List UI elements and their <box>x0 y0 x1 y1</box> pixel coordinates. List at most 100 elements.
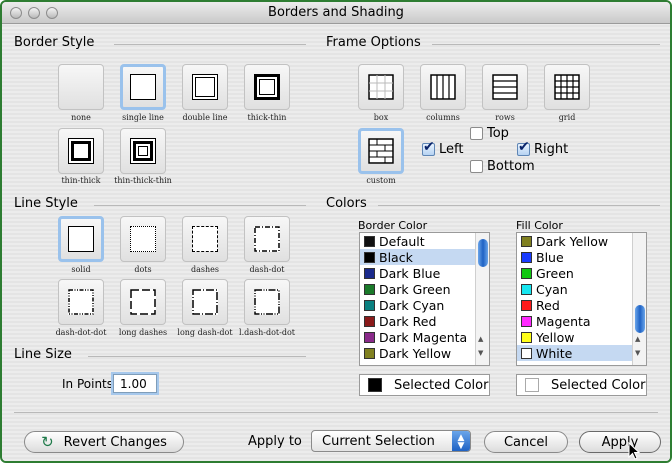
line-style-dash-dot[interactable] <box>244 216 290 262</box>
minimize-window-button[interactable] <box>28 7 40 19</box>
border-selected-color-well[interactable]: Selected Color <box>359 374 490 396</box>
frame-option-grid[interactable] <box>544 64 590 110</box>
borders-and-shading-window: Borders and Shading Border Style none si… <box>0 0 672 463</box>
line-style-l-dash-dot-dot[interactable] <box>244 279 290 325</box>
line-style-caption: l.dash-dot-dot <box>239 328 295 337</box>
revert-changes-button[interactable]: ↻ Revert Changes <box>24 431 184 453</box>
frame-option-columns[interactable] <box>420 64 466 110</box>
line-size-input[interactable] <box>113 374 157 393</box>
border-color-item-label: Dark Cyan <box>379 297 445 313</box>
color-swatch <box>521 331 532 343</box>
line-size-heading: Line Size <box>14 347 72 362</box>
top-checkbox-box[interactable] <box>470 127 483 140</box>
footer-separator <box>14 412 658 413</box>
fill-color-item-label: Magenta <box>536 313 591 329</box>
border-color-item[interactable]: Dark Green <box>360 281 489 297</box>
fill-color-item[interactable]: Blue <box>517 249 646 265</box>
bottom-checkbox-label: Bottom <box>487 159 535 174</box>
dialog-content: Border Style none single line double lin… <box>2 24 670 461</box>
fill-color-list[interactable]: Dark Yellow Blue Green Cyan Red Magenta Yellow… <box>516 232 647 366</box>
border-style-none[interactable] <box>58 64 104 110</box>
fill-color-item[interactable]: Dark Yellow <box>517 233 646 249</box>
border-color-item[interactable]: Dark Yellow <box>360 345 489 361</box>
popup-arrows-icon: ▲ ▼ <box>452 431 470 451</box>
fill-selected-color-well[interactable]: Selected Color <box>516 374 647 396</box>
right-checkbox-box[interactable] <box>517 139 530 156</box>
line-style-dots[interactable] <box>120 216 166 262</box>
color-swatch <box>521 347 532 359</box>
line-style-solid[interactable] <box>58 216 104 262</box>
fill-color-scroll-thumb[interactable] <box>635 305 645 333</box>
color-swatch <box>521 299 532 311</box>
left-checkbox-box[interactable] <box>422 139 435 156</box>
frame-option-rows[interactable] <box>482 64 528 110</box>
scroll-down-arrow-icon[interactable]: ▼ <box>478 349 483 357</box>
line-style-dash-dot-dot[interactable] <box>58 279 104 325</box>
color-swatch <box>521 267 532 279</box>
line-style-long-dash-dot[interactable] <box>182 279 228 325</box>
border-color-item[interactable]: Dark Red <box>360 313 489 329</box>
fill-color-item[interactable]: Cyan <box>517 281 646 297</box>
fill-color-item-label: Green <box>536 265 574 281</box>
border-color-item[interactable]: Dark Magenta <box>360 329 489 345</box>
border-color-list[interactable]: Default Black Dark Blue Dark Green Dark Cyan… <box>359 232 490 366</box>
in-points-label: In Points <box>62 377 114 391</box>
bottom-checkbox[interactable]: Bottom <box>470 159 535 174</box>
border-style-thin-thick-thin[interactable] <box>120 128 166 174</box>
frame-option-box[interactable] <box>358 64 404 110</box>
frame-option-custom[interactable] <box>358 128 404 174</box>
colors-section: Colors <box>326 196 660 211</box>
long-dashes-icon <box>130 289 156 315</box>
window-title: Borders and Shading <box>268 5 404 20</box>
border-color-label: Border Color <box>358 219 428 232</box>
frame-option-caption: custom <box>366 176 396 185</box>
frame-option-caption: columns <box>426 113 460 122</box>
color-swatch <box>364 267 375 279</box>
fill-color-scrollbar[interactable]: ▲ ▼ <box>632 233 646 365</box>
line-size-section: Line Size <box>14 347 306 362</box>
fill-color-item[interactable]: Red <box>517 297 646 313</box>
border-style-single-line[interactable] <box>120 64 166 110</box>
border-style-double-line[interactable] <box>182 64 228 110</box>
border-style-heading: Border Style <box>14 35 95 50</box>
fill-color-item[interactable]: Green <box>517 265 646 281</box>
revert-arrow-icon: ↻ <box>41 433 54 451</box>
cancel-label: Cancel <box>503 434 549 450</box>
color-swatch <box>521 251 532 263</box>
border-style-caption: thick-thin <box>247 113 287 122</box>
fill-color-item-label: White <box>536 345 573 361</box>
close-window-button[interactable] <box>10 7 22 19</box>
rows-frame-icon <box>492 74 518 100</box>
title-bar[interactable]: Borders and Shading <box>2 2 670 24</box>
border-color-item[interactable]: Black <box>360 249 489 265</box>
box-frame-icon <box>368 74 394 100</box>
color-swatch <box>364 283 375 295</box>
l-dash-dot-dot-icon <box>254 289 280 315</box>
line-style-long-dashes[interactable] <box>120 279 166 325</box>
border-color-scrollbar[interactable]: ▲ ▼ <box>475 233 489 365</box>
top-checkbox-label: Top <box>487 126 509 141</box>
cancel-button[interactable]: Cancel <box>484 431 568 453</box>
scroll-down-arrow-icon[interactable]: ▼ <box>635 349 640 357</box>
border-color-item[interactable]: Dark Cyan <box>360 297 489 313</box>
scroll-up-arrow-icon[interactable]: ▲ <box>478 335 483 343</box>
border-color-item[interactable]: Default <box>360 233 489 249</box>
border-style-thin-thick[interactable] <box>58 128 104 174</box>
apply-button[interactable]: Apply <box>579 431 661 453</box>
border-color-item[interactable]: Dark Blue <box>360 265 489 281</box>
fill-color-item[interactable]: Magenta <box>517 313 646 329</box>
left-checkbox[interactable]: Left <box>422 139 463 157</box>
apply-to-popup[interactable]: Current Selection ▲ ▼ <box>311 430 471 452</box>
scroll-up-arrow-icon[interactable]: ▲ <box>635 335 640 343</box>
bottom-checkbox-box[interactable] <box>470 160 483 173</box>
zoom-window-button[interactable] <box>46 7 58 19</box>
right-checkbox[interactable]: Right <box>517 139 568 157</box>
border-color-item-label: Dark Red <box>379 313 437 329</box>
border-color-scroll-thumb[interactable] <box>478 239 488 267</box>
color-swatch <box>364 315 375 327</box>
fill-color-item[interactable]: White <box>517 345 646 361</box>
top-checkbox[interactable]: Top <box>470 126 509 141</box>
border-style-thick-thin[interactable] <box>244 64 290 110</box>
fill-color-item[interactable]: Yellow <box>517 329 646 345</box>
line-style-dashes[interactable] <box>182 216 228 262</box>
